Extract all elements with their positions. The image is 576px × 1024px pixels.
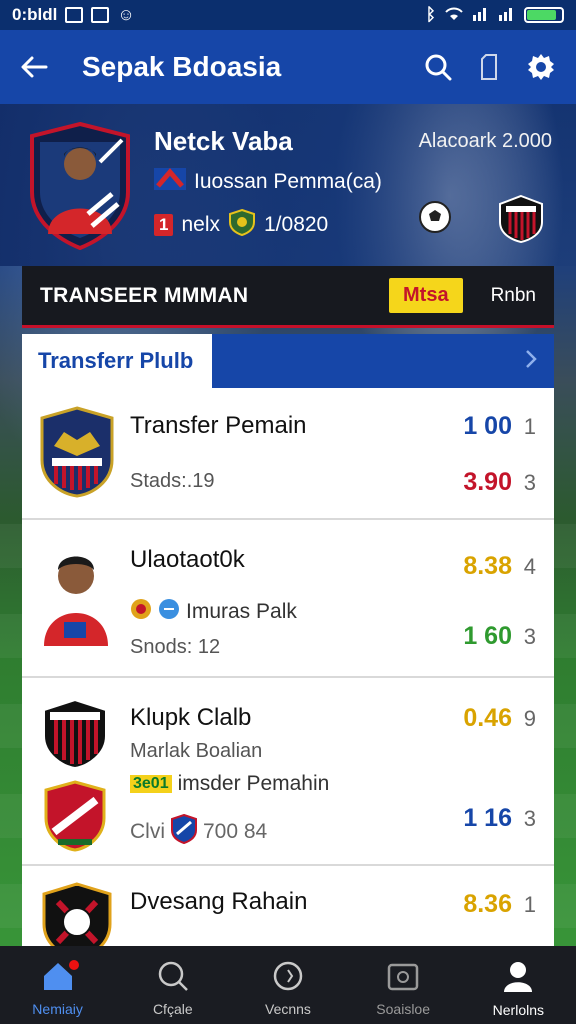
player-avatar [44,556,108,646]
section-bar[interactable]: Transferr Plulb [22,334,554,388]
nav-matches[interactable]: Vecnns [233,960,343,1017]
card-value-small: 4 [523,554,536,579]
status-time: 0:bldl [12,5,58,24]
transfer-panel-header: TRANSEER MMMAN Mtsa Rnbn [22,266,554,328]
bottom-navigation: Nemiaiy Cfçale Vecnns Soaisloe Nerlolns [0,946,576,1024]
app-bar: Sepak Bdoasia [0,30,576,104]
bluetooth-icon: ᛒ [425,5,436,24]
nav-home[interactable]: Nemiaiy [3,959,113,1017]
search-icon [157,960,189,995]
nav-gallery[interactable]: Soaisloe [348,960,458,1017]
rank-badge: 1 [154,214,174,236]
back-arrow-icon[interactable] [20,55,48,79]
player-subtitle-text: Iuossan Pemma(ca) [194,170,382,193]
bookmark-icon[interactable] [478,53,500,81]
signal-icon [472,5,490,26]
shield-icon [228,208,256,242]
ball-icon [272,960,304,995]
mtsa-button[interactable]: Mtsa [389,278,463,313]
card-value: 1 00 [463,412,512,440]
card-value-small: 3 [523,470,536,495]
profile-icon [501,959,535,996]
card-line2-prefix: Clvi [130,820,165,843]
list-item[interactable]: Klupk Clalb Marlak Boalian 3e01 imsder P… [22,680,554,866]
gallery-status-icon [65,7,84,23]
card-value: 3.90 [463,468,512,496]
notification-dot [68,959,79,970]
garuda-crest-icon [40,406,114,498]
globe-icon [158,598,180,626]
club-crest-icon [43,698,107,770]
card-title: Ulaotaot0k [130,546,245,573]
card-value: 8.36 [463,890,512,918]
search-icon[interactable] [424,53,452,81]
card-meta: Marlak Boalian [130,740,263,762]
status-bar: 0:bldl ☺ ᛒ [0,0,576,30]
card-value: 1 60 [463,622,512,650]
player-rank-row: 1 nelx 1/0820 [154,208,328,242]
player-subtitle: Iuossan Pemma(ca) [154,168,382,196]
card-line2-value: 700 84 [203,820,268,843]
card-value-small: 3 [523,806,536,831]
list-item[interactable]: Transfer Pemain Stads:.19 1 00 1 3.90 3 [22,388,554,520]
rank-text: nelx [181,213,220,236]
card-title: Dvesang Rahain [130,888,308,915]
panel-right-label[interactable]: Rnbn [491,285,536,307]
screen-status-icon [91,7,110,23]
club-crest-icon [498,194,544,249]
player-name: Netck Vaba [154,126,293,156]
list-item[interactable]: Ulaotaot0k Imuras Palk Snods: 12 8.38 4 … [22,522,554,678]
settings-gear-icon[interactable] [526,52,556,82]
club-crest-icon-2 [44,780,106,852]
nav-gallery-label: Soaisloe [376,1000,430,1017]
wifi-icon [444,5,464,26]
card-line: Imuras Palk [130,598,297,626]
card-value-small: 1 [523,892,536,917]
player-value: Alacoark 2.000 [418,130,552,152]
card-meta: Stads:.19 [130,470,215,492]
card-line-text: Imuras Palk [186,600,297,623]
club-crest-icon-3 [42,882,112,948]
player-hero: Netck Vaba Iuossan Pemma(ca) 1 nelx 1/08… [0,104,576,266]
card-line-2: Clvi 700 84 [130,813,268,850]
transfer-list: Transfer Pemain Stads:.19 1 00 1 3.90 3 … [22,388,554,948]
nav-profile[interactable]: Nerlolns [463,959,573,1018]
mini-crest-icon [171,813,197,850]
card-line: 3e01 imsder Pemahin [130,772,329,796]
card-value-small: 9 [523,706,536,731]
list-item[interactable]: Dvesang Rahain 8.36 1 [22,868,554,948]
tab-transfer-club[interactable]: Transferr Plulb [22,334,212,388]
tab-transfer-club-label: Transferr Plulb [38,348,194,373]
card-value: 8.38 [463,552,512,580]
battery-icon [524,7,564,23]
card-line-text: imsder Pemahin [177,772,330,795]
card-meta: Snods: 12 [130,636,221,658]
club-badge-icon [130,598,152,626]
card-tag: 3e01 [130,775,172,793]
notification-icon: ☺ [117,5,135,24]
card-title: Klupk Clalb [130,704,252,731]
nav-home-label: Nemiaiy [32,1000,83,1017]
nav-profile-label: Nerlolns [492,1001,545,1018]
app-title: Sepak Bdoasia [82,51,282,82]
card-value-small: 3 [523,624,536,649]
signal-icon-2 [498,5,516,26]
club-flag-icon [154,168,186,196]
card-value: 1 16 [463,804,512,832]
nav-search-label: Cfçale [152,1000,193,1017]
card-title: Transfer Pemain [130,412,307,439]
player-stat: 1/0820 [264,213,329,236]
chevron-right-icon[interactable] [524,348,538,375]
card-value: 0.46 [463,704,512,732]
transfer-panel-title: TRANSEER MMMAN [40,283,249,307]
nav-search[interactable]: Cfçale [118,960,228,1017]
football-icon [418,200,452,239]
gallery-icon [386,960,420,995]
card-value-small: 1 [523,414,536,439]
nav-matches-label: Vecnns [265,1000,311,1017]
player-crest-avatar [30,122,130,250]
